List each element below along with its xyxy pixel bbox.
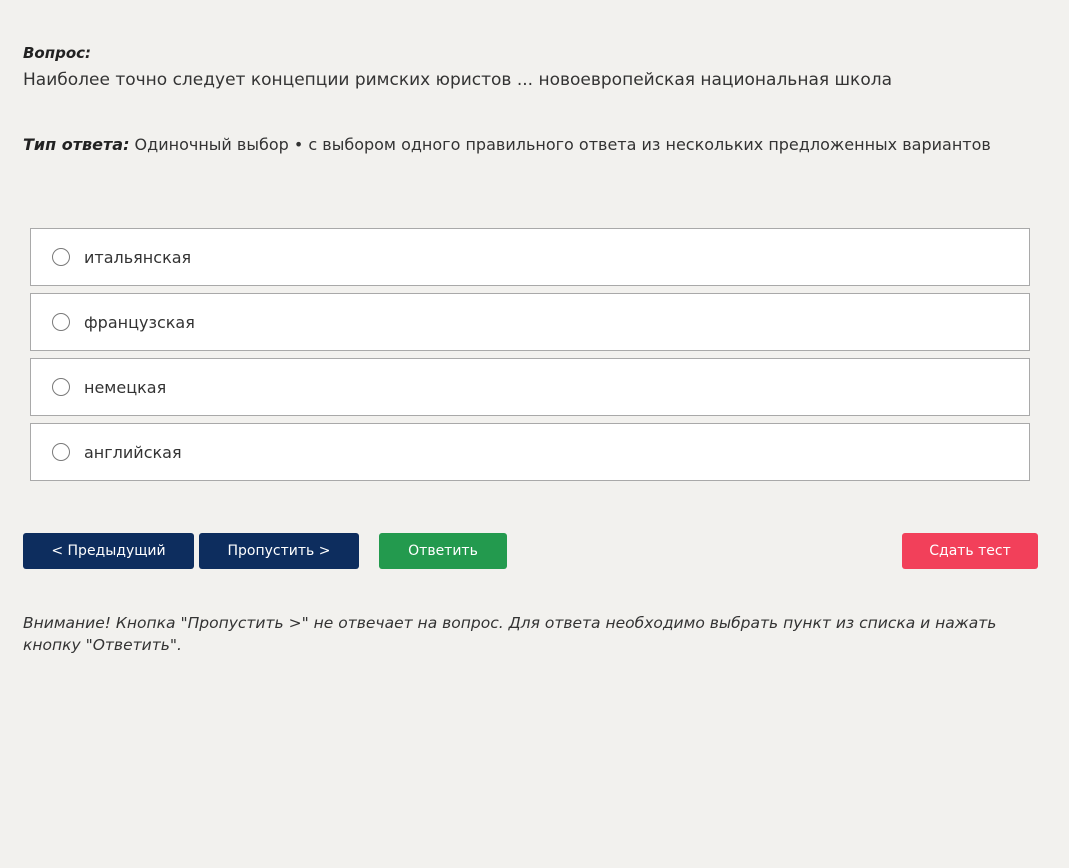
answer-type: Тип ответа: Одиночный выбор • с выбором … — [23, 135, 991, 154]
option-label: английская — [84, 442, 182, 462]
question-label: Вопрос: — [23, 44, 92, 62]
options-list: итальянская французская немецкая английс… — [30, 228, 1030, 488]
answer-button[interactable]: Ответить — [379, 533, 507, 569]
option-german[interactable]: немецкая — [30, 358, 1030, 416]
skip-button[interactable]: Пропустить > — [199, 533, 359, 569]
warning-text: Внимание! Кнопка "Пропустить >" не отвеч… — [23, 614, 997, 654]
radio-button[interactable] — [52, 248, 70, 266]
option-italian[interactable]: итальянская — [30, 228, 1030, 286]
option-english[interactable]: английская — [30, 423, 1030, 481]
option-label: французская — [84, 312, 195, 332]
radio-button[interactable] — [52, 378, 70, 396]
previous-button[interactable]: < Предыдущий — [23, 533, 194, 569]
answer-type-label: Тип ответа: — [23, 135, 130, 154]
option-label: немецкая — [84, 377, 167, 397]
submit-test-button[interactable]: Сдать тест — [902, 533, 1038, 569]
option-label: итальянская — [84, 247, 192, 267]
radio-button[interactable] — [52, 313, 70, 331]
radio-button[interactable] — [52, 443, 70, 461]
answer-type-value: Одиночный выбор • с выбором одного прави… — [129, 135, 991, 154]
question-text: Наиболее точно следует концепции римских… — [23, 70, 893, 90]
option-french[interactable]: французская — [30, 293, 1030, 351]
